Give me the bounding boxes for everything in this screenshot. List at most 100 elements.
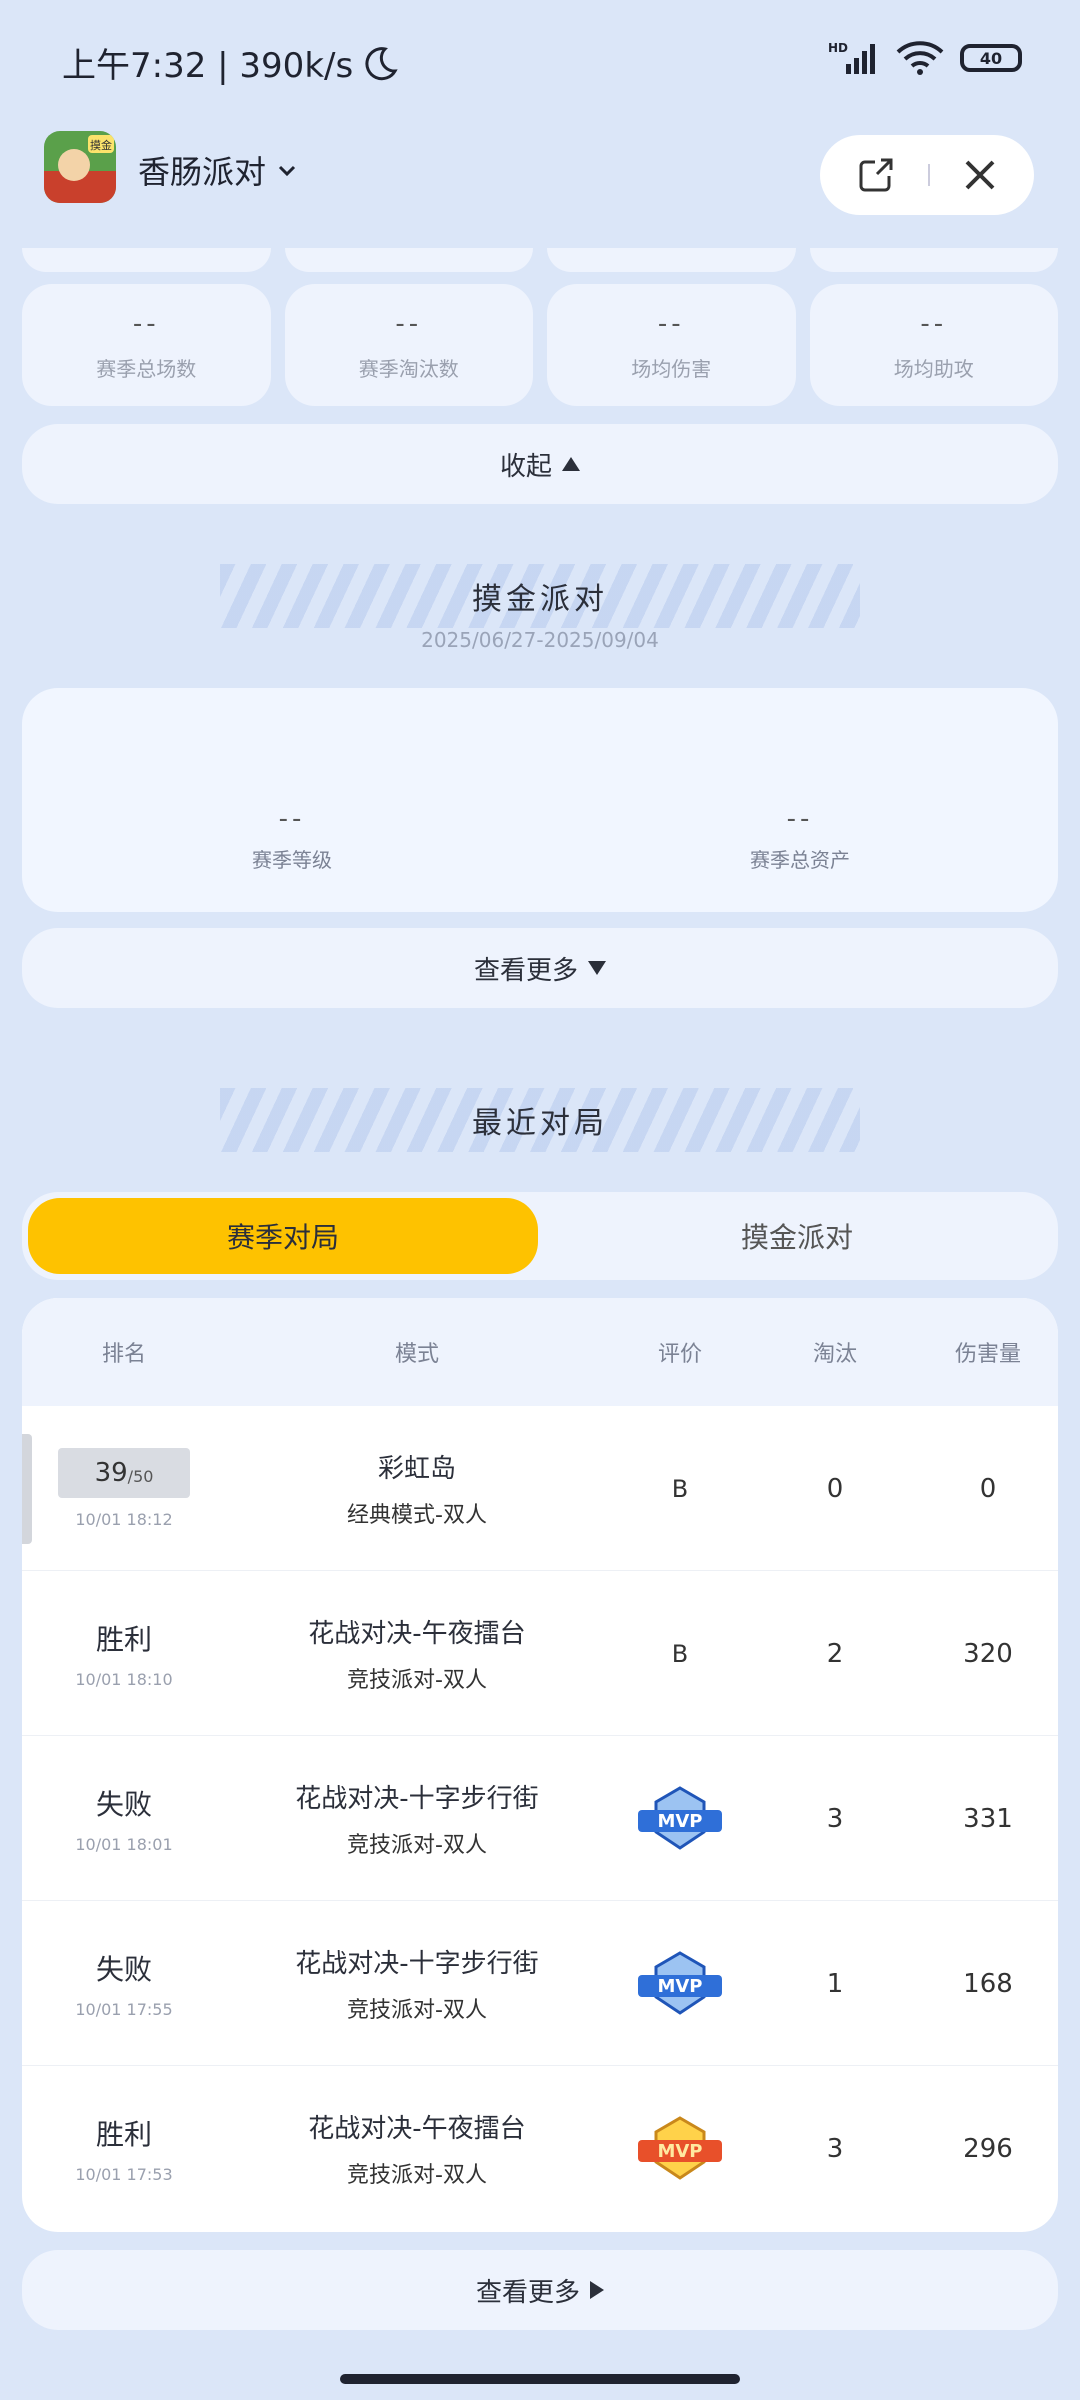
mode-name: 竞技派对-双人 xyxy=(347,1668,487,1693)
elim-cell: 2 xyxy=(752,1571,918,1736)
close-icon[interactable] xyxy=(961,156,999,194)
stat-avg-assists: -- 场均助攻 xyxy=(809,284,1058,406)
mode-cell: 花战对决-十字步行街 竞技派对-双人 xyxy=(226,1736,608,1901)
damage-cell: 168 xyxy=(918,1901,1058,2066)
match-time: 10/01 17:53 xyxy=(75,2165,173,2184)
rank-cell: 失败 10/01 18:01 xyxy=(22,1736,226,1901)
match-time: 10/01 18:12 xyxy=(75,1510,173,1529)
season-assets-value: -- xyxy=(786,804,814,834)
result-text: 胜利 xyxy=(95,1623,152,1656)
app-name: 香肠派对 xyxy=(138,153,267,191)
mvp-badge-icon: MVP xyxy=(638,1785,722,1850)
rank-cell: 胜利 10/01 17:53 xyxy=(22,2066,226,2231)
stat-label: 场均助攻 xyxy=(893,356,974,381)
table-row[interactable]: 失败 10/01 17:55 花战对决-十字步行街 竞技派对-双人 MVP 1 … xyxy=(22,1901,1058,2066)
recent-title: 最近对局 xyxy=(472,1106,608,1141)
column-damage: 伤害量 xyxy=(954,1342,1021,1367)
elim-value: 3 xyxy=(826,2133,844,2164)
table-row[interactable]: 胜利 10/01 17:53 花战对决-午夜擂台 竞技派对-双人 MVP 3 2… xyxy=(22,2066,1058,2231)
damage-cell: 331 xyxy=(918,1736,1058,1901)
rank-cell: 39 /50 10/01 18:12 xyxy=(22,1406,226,1571)
mvp-badge-text: MVP xyxy=(657,2141,702,2162)
stat-value: -- xyxy=(657,308,685,339)
mode-cell: 花战对决-十字步行街 竞技派对-双人 xyxy=(226,1901,608,2066)
map-name: 花战对决-十字步行街 xyxy=(295,1784,539,1814)
peek-card xyxy=(22,248,271,272)
result-text: 失败 xyxy=(95,1788,152,1821)
mode-cell: 花战对决-午夜擂台 竞技派对-双人 xyxy=(226,1571,608,1736)
tab-mojin-party[interactable]: 摸金派对 xyxy=(542,1198,1052,1274)
signal-icon: HD xyxy=(828,41,875,74)
season-stats-row: -- 赛季总场数 -- 赛季淘汰数 -- 场均伤害 -- 场均助攻 xyxy=(22,284,1058,406)
evaluation-cell: B xyxy=(608,1571,752,1736)
elim-cell: 3 xyxy=(752,1736,918,1901)
result-text: 失败 xyxy=(95,1953,152,1986)
mvp-badge-text: MVP xyxy=(657,1976,702,1997)
season-date-range: 2025/06/27-2025/09/04 xyxy=(421,628,659,652)
rank-total: /50 xyxy=(127,1466,154,1486)
evaluation-cell: MVP xyxy=(608,1901,752,2066)
table-header: 排名 模式 评价 淘汰 伤害量 xyxy=(22,1298,1058,1406)
chevron-down-icon xyxy=(278,165,296,177)
stat-avg-damage: -- 场均伤害 xyxy=(547,284,796,406)
evaluation-cell: MVP xyxy=(608,1736,752,1901)
mode-name: 竞技派对-双人 xyxy=(347,1998,487,2023)
battery-icon: 40 xyxy=(960,44,1022,72)
rank-cell: 胜利 10/01 18:10 xyxy=(22,1571,226,1736)
stat-total-eliminations: -- 赛季淘汰数 xyxy=(284,284,533,406)
elim-value: 2 xyxy=(826,1638,844,1669)
recent-section-title: 最近对局 xyxy=(220,1088,860,1152)
rank-chip: 39 /50 xyxy=(58,1448,190,1498)
capsule-divider xyxy=(927,164,930,186)
previous-card-row xyxy=(22,248,1058,272)
match-time: 10/01 18:10 xyxy=(75,1670,173,1689)
map-name: 花战对决-午夜擂台 xyxy=(308,1619,526,1649)
capsule-menu xyxy=(820,135,1034,215)
home-indicator[interactable] xyxy=(340,2374,740,2384)
mode-name: 竞技派对-双人 xyxy=(347,1833,487,1858)
caret-up-icon xyxy=(562,457,580,471)
recent-more-button[interactable]: 查看更多 xyxy=(22,2250,1058,2330)
column-evaluation: 评价 xyxy=(657,1342,702,1367)
season-level: -- 赛季等级 xyxy=(142,804,442,873)
season-assets-label: 赛季总资产 xyxy=(750,848,850,872)
elim-cell: 0 xyxy=(752,1406,918,1571)
season-assets: -- 赛季总资产 xyxy=(650,804,950,873)
app-icon[interactable]: 摸金 xyxy=(44,131,116,203)
rank-value: 39 xyxy=(94,1458,128,1488)
column-mode: 模式 xyxy=(394,1342,439,1367)
season-level-label: 赛季等级 xyxy=(252,848,332,872)
season-summary-card: -- 赛季等级 -- 赛季总资产 xyxy=(22,688,1058,912)
table-row[interactable]: 39 /50 10/01 18:12 彩虹岛 经典模式-双人 B 0 0 xyxy=(22,1406,1058,1571)
damage-value: 168 xyxy=(963,1968,1013,1999)
mode-cell: 花战对决-午夜擂台 竞技派对-双人 xyxy=(226,2066,608,2231)
evaluation-cell: MVP xyxy=(608,2066,752,2231)
battery-level: 40 xyxy=(979,48,1003,68)
grade: B xyxy=(671,1474,689,1503)
caret-right-icon xyxy=(590,2281,604,2299)
tab-season-matches[interactable]: 赛季对局 xyxy=(28,1198,538,1274)
wifi-icon xyxy=(896,41,944,75)
share-icon[interactable] xyxy=(855,154,897,196)
peek-card xyxy=(809,248,1058,272)
stat-label: 赛季总场数 xyxy=(96,356,197,381)
stat-value: -- xyxy=(920,308,948,339)
app-header: 摸金 香肠派对 xyxy=(0,125,1080,225)
app-icon-badge: 摸金 xyxy=(90,138,112,152)
season-more-label: 查看更多 xyxy=(473,955,578,986)
mvp-badge-text: MVP xyxy=(657,1811,702,1832)
table-row[interactable]: 胜利 10/01 18:10 花战对决-午夜擂台 竞技派对-双人 B 2 320 xyxy=(22,1571,1058,1736)
app-name-dropdown[interactable]: 香肠派对 xyxy=(138,147,298,193)
stat-label: 赛季淘汰数 xyxy=(358,356,459,381)
table-row[interactable]: 失败 10/01 18:01 花战对决-十字步行街 竞技派对-双人 MVP 3 … xyxy=(22,1736,1058,1901)
status-right: HD 40 xyxy=(828,40,1022,76)
map-name: 花战对决-午夜擂台 xyxy=(308,2114,526,2144)
season-more-button[interactable]: 查看更多 xyxy=(22,928,1058,1008)
collapse-button[interactable]: 收起 xyxy=(22,424,1058,504)
damage-value: 320 xyxy=(963,1638,1013,1669)
damage-value: 296 xyxy=(963,2133,1013,2164)
collapse-label: 收起 xyxy=(499,451,552,482)
column-rank: 排名 xyxy=(101,1342,146,1367)
stat-total-matches: -- 赛季总场数 xyxy=(22,284,271,406)
status-time: 上午7:32 | 390k/s xyxy=(62,46,354,86)
